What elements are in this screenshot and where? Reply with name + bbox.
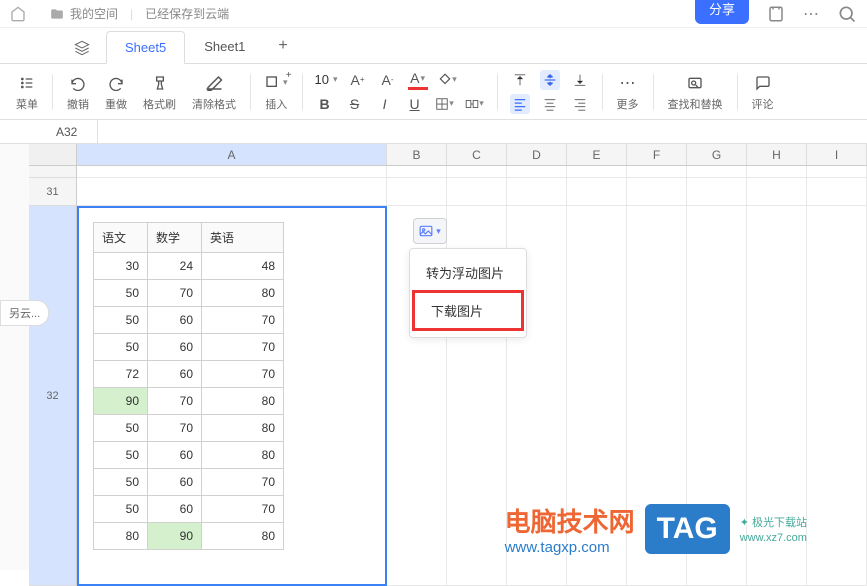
menu-button[interactable]: 菜单 [8, 70, 46, 114]
font-size-decrease[interactable]: A- [378, 70, 398, 90]
watermark-tag: TAG [645, 504, 730, 554]
share-button[interactable]: 分享 [695, 0, 749, 24]
divider: | [130, 7, 133, 21]
col-header-b[interactable]: B [387, 144, 447, 165]
italic-button[interactable]: I [375, 94, 395, 114]
halign-center-button[interactable] [540, 94, 560, 114]
more-button[interactable]: ⋯ 更多 [609, 70, 647, 114]
fill-color-button[interactable]: ▾ [438, 70, 458, 90]
tab-sheet5[interactable]: Sheet5 [106, 31, 185, 64]
valign-bottom-button[interactable] [570, 70, 590, 90]
find-replace-button[interactable]: 查找和替换 [660, 70, 731, 114]
toolbar: 菜单 撤销 重做 格式刷 清除格式 +▾ 插入 10▾ A+ A- A▾ ▾ B… [0, 64, 867, 120]
font-size-increase[interactable]: A+ [348, 70, 368, 90]
underline-button[interactable]: U [405, 94, 425, 114]
insert-button[interactable]: +▾ 插入 [257, 70, 296, 114]
home-icon[interactable] [10, 6, 30, 22]
redo-button[interactable]: 重做 [97, 70, 135, 114]
breadcrumb-space[interactable]: 我的空间 [70, 5, 118, 22]
halign-right-button[interactable] [570, 94, 590, 114]
valign-middle-button[interactable] [540, 70, 560, 90]
image-options-button[interactable]: ▾ [413, 218, 447, 244]
col-header-e[interactable]: E [567, 144, 627, 165]
col-header-h[interactable]: H [747, 144, 807, 165]
row-header-31[interactable]: 31 [29, 178, 77, 206]
col-header-d[interactable]: D [507, 144, 567, 165]
ctx-convert-to-float[interactable]: 转为浮动图片 [410, 255, 526, 290]
name-box[interactable]: A32 [50, 120, 98, 143]
folder-icon [50, 7, 64, 21]
undo-button[interactable]: 撤销 [59, 70, 97, 114]
image-context-menu: 转为浮动图片 下载图片 [409, 248, 527, 338]
format-painter-button[interactable]: 格式刷 [135, 70, 184, 114]
tab-sheet1[interactable]: Sheet1 [185, 30, 264, 63]
col-header-g[interactable]: G [687, 144, 747, 165]
notification-icon[interactable] [767, 5, 785, 23]
save-status: 已经保存到云端 [145, 5, 229, 22]
more-icon[interactable]: ⋯ [803, 4, 819, 24]
cell-a32[interactable]: 语文数学英语3024485070805060705060707260709070… [77, 206, 387, 586]
halign-left-button[interactable] [510, 94, 530, 114]
strikethrough-button[interactable]: S [345, 94, 365, 114]
col-header-i[interactable]: I [807, 144, 867, 165]
sheet-tabs: Sheet5 Sheet1 + [0, 28, 867, 64]
col-header-f[interactable]: F [627, 144, 687, 165]
cloud-side-tab[interactable]: 另云... [0, 300, 49, 326]
row-header-32[interactable]: 32 [29, 206, 77, 586]
select-all-corner[interactable] [29, 144, 77, 165]
clear-format-button[interactable]: 清除格式 [184, 70, 244, 114]
row-header-30[interactable] [29, 166, 77, 178]
font-size-select[interactable]: 10▾ [315, 72, 338, 87]
col-header-c[interactable]: C [447, 144, 507, 165]
watermark: 电脑技术网 www.tagxp.com TAG ✦ 极光下载站 www.xz7.… [505, 502, 807, 556]
watermark-url: www.tagxp.com [505, 539, 635, 556]
cell-a31[interactable] [77, 178, 387, 206]
comment-button[interactable]: 评论 [744, 70, 782, 114]
column-headers: A B C D E F G H I [29, 144, 867, 166]
watermark-title: 电脑技术网 [505, 502, 635, 539]
merge-cells-button[interactable]: ▾ [465, 94, 485, 114]
font-color-button[interactable]: A▾ [408, 70, 428, 90]
borders-button[interactable]: ▾ [435, 94, 455, 114]
add-sheet-button[interactable]: + [264, 29, 301, 63]
search-icon[interactable] [837, 4, 857, 24]
embedded-image-table[interactable]: 语文数学英语3024485070805060705060707260709070… [79, 208, 385, 564]
valign-top-button[interactable] [510, 70, 530, 90]
col-header-a[interactable]: A [77, 144, 387, 165]
ctx-download-image[interactable]: 下载图片 [412, 290, 524, 331]
bold-button[interactable]: B [315, 94, 335, 114]
layers-icon[interactable] [74, 40, 90, 56]
